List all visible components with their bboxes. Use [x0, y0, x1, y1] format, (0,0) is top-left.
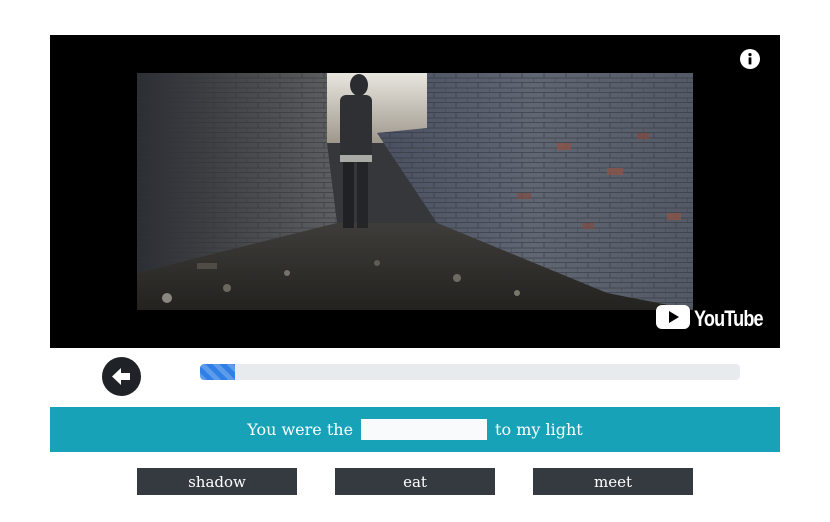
progress-fill	[200, 364, 236, 380]
back-button[interactable]	[102, 357, 141, 396]
arrow-left-circle-icon	[102, 368, 141, 400]
youtube-logo[interactable]: YouTube	[656, 305, 764, 333]
sentence-before-text: You were the	[247, 420, 354, 439]
video-frame-image	[137, 73, 693, 310]
answer-blank-input[interactable]	[361, 419, 488, 440]
info-icon[interactable]	[740, 49, 760, 69]
progress-bar	[200, 364, 740, 380]
youtube-wordmark: YouTube	[694, 306, 764, 331]
choice-button-meet[interactable]: meet	[533, 468, 693, 495]
sentence-after-text: to my light	[495, 420, 583, 439]
choice-button-shadow[interactable]: shadow	[137, 468, 297, 495]
youtube-play-icon	[656, 305, 691, 333]
sentence-prompt: You were the to my light	[50, 407, 780, 452]
choice-button-eat[interactable]: eat	[335, 468, 495, 495]
video-player[interactable]: YouTube	[50, 35, 780, 348]
